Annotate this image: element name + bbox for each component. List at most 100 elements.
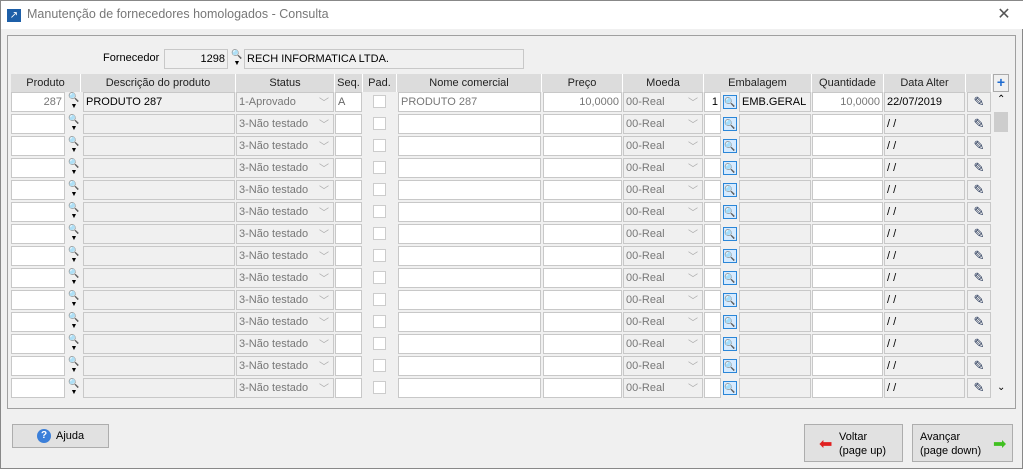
quantidade-input[interactable] bbox=[812, 202, 883, 222]
status-select[interactable]: 3-Não testado ﹀ bbox=[236, 202, 334, 222]
produto-input[interactable] bbox=[11, 224, 65, 244]
seq-input[interactable] bbox=[335, 334, 362, 354]
nome-comercial-input[interactable] bbox=[398, 136, 541, 156]
embalagem-search-icon[interactable]: 🔍 bbox=[723, 315, 737, 329]
produto-input[interactable] bbox=[11, 114, 65, 134]
scroll-up-icon[interactable]: ⌃ bbox=[997, 94, 1005, 105]
quantidade-input[interactable] bbox=[812, 334, 883, 354]
produto-search-icon[interactable]: 🔍 ▼ bbox=[67, 224, 81, 244]
moeda-select[interactable]: 00-Real ﹀ bbox=[623, 180, 703, 200]
seq-input[interactable] bbox=[335, 356, 362, 376]
edit-icon[interactable]: ✎ bbox=[967, 246, 991, 266]
edit-icon[interactable]: ✎ bbox=[967, 224, 991, 244]
pad-checkbox[interactable] bbox=[373, 337, 386, 350]
moeda-select[interactable]: 00-Real ﹀ bbox=[623, 92, 703, 112]
nome-comercial-input[interactable] bbox=[398, 114, 541, 134]
pad-checkbox[interactable] bbox=[373, 293, 386, 306]
moeda-select[interactable]: 00-Real ﹀ bbox=[623, 312, 703, 332]
fornecedor-code-input[interactable]: 1298 bbox=[164, 49, 228, 69]
pad-checkbox[interactable] bbox=[373, 315, 386, 328]
nome-comercial-input[interactable] bbox=[398, 378, 541, 398]
produto-input[interactable] bbox=[11, 356, 65, 376]
edit-icon[interactable]: ✎ bbox=[967, 136, 991, 156]
status-select[interactable]: 3-Não testado ﹀ bbox=[236, 334, 334, 354]
produto-input[interactable] bbox=[11, 268, 65, 288]
edit-icon[interactable]: ✎ bbox=[967, 268, 991, 288]
seq-input[interactable] bbox=[335, 268, 362, 288]
seq-input[interactable] bbox=[335, 180, 362, 200]
nome-comercial-input[interactable] bbox=[398, 312, 541, 332]
embalagem-search-icon[interactable]: 🔍 bbox=[723, 293, 737, 307]
seq-input[interactable] bbox=[335, 114, 362, 134]
close-button[interactable]: ✕ bbox=[993, 5, 1015, 25]
status-select[interactable]: 3-Não testado ﹀ bbox=[236, 356, 334, 376]
produto-input[interactable] bbox=[11, 246, 65, 266]
produto-search-icon[interactable]: 🔍 ▼ bbox=[67, 246, 81, 266]
status-select[interactable]: 3-Não testado ﹀ bbox=[236, 246, 334, 266]
status-select[interactable]: 3-Não testado ﹀ bbox=[236, 378, 334, 398]
embalagem-qty-input[interactable] bbox=[704, 268, 721, 288]
status-select[interactable]: 3-Não testado ﹀ bbox=[236, 224, 334, 244]
quantidade-input[interactable]: 10,0000 bbox=[812, 92, 883, 112]
produto-input[interactable] bbox=[11, 202, 65, 222]
edit-icon[interactable]: ✎ bbox=[967, 202, 991, 222]
nome-comercial-input[interactable] bbox=[398, 158, 541, 178]
seq-input[interactable] bbox=[335, 290, 362, 310]
produto-input[interactable] bbox=[11, 136, 65, 156]
preco-input[interactable] bbox=[543, 158, 622, 178]
preco-input[interactable] bbox=[543, 246, 622, 266]
preco-input[interactable] bbox=[543, 312, 622, 332]
preco-input[interactable] bbox=[543, 268, 622, 288]
add-row-button[interactable]: + bbox=[993, 74, 1009, 92]
produto-search-icon[interactable]: 🔍 ▼ bbox=[67, 136, 81, 156]
preco-input[interactable] bbox=[543, 356, 622, 376]
nome-comercial-input[interactable] bbox=[398, 268, 541, 288]
status-select[interactable]: 3-Não testado ﹀ bbox=[236, 114, 334, 134]
moeda-select[interactable]: 00-Real ﹀ bbox=[623, 378, 703, 398]
seq-input[interactable] bbox=[335, 312, 362, 332]
embalagem-qty-input[interactable] bbox=[704, 224, 721, 244]
quantidade-input[interactable] bbox=[812, 114, 883, 134]
status-select[interactable]: 3-Não testado ﹀ bbox=[236, 158, 334, 178]
status-select[interactable]: 3-Não testado ﹀ bbox=[236, 268, 334, 288]
moeda-select[interactable]: 00-Real ﹀ bbox=[623, 114, 703, 134]
produto-input[interactable] bbox=[11, 180, 65, 200]
embalagem-qty-input[interactable] bbox=[704, 334, 721, 354]
pad-checkbox[interactable] bbox=[373, 249, 386, 262]
embalagem-search-icon[interactable]: 🔍 bbox=[723, 249, 737, 263]
edit-icon[interactable]: ✎ bbox=[967, 158, 991, 178]
embalagem-qty-input[interactable] bbox=[704, 290, 721, 310]
edit-icon[interactable]: ✎ bbox=[967, 356, 991, 376]
pad-checkbox[interactable] bbox=[373, 271, 386, 284]
back-button[interactable]: ⬅ Voltar (page up) bbox=[804, 424, 903, 462]
nome-comercial-input[interactable] bbox=[398, 224, 541, 244]
scroll-down-icon[interactable]: ⌄ bbox=[997, 382, 1005, 393]
edit-icon[interactable]: ✎ bbox=[967, 378, 991, 398]
embalagem-search-icon[interactable]: 🔍 bbox=[723, 183, 737, 197]
produto-search-icon[interactable]: 🔍 ▼ bbox=[67, 202, 81, 222]
nome-comercial-input[interactable] bbox=[398, 180, 541, 200]
preco-input[interactable] bbox=[543, 180, 622, 200]
preco-input[interactable] bbox=[543, 378, 622, 398]
quantidade-input[interactable] bbox=[812, 378, 883, 398]
pad-checkbox[interactable] bbox=[373, 205, 386, 218]
seq-input[interactable] bbox=[335, 158, 362, 178]
preco-input[interactable] bbox=[543, 290, 622, 310]
status-select[interactable]: 3-Não testado ﹀ bbox=[236, 312, 334, 332]
moeda-select[interactable]: 00-Real ﹀ bbox=[623, 246, 703, 266]
fornecedor-search-icon[interactable]: 🔍 ▼ bbox=[230, 49, 244, 69]
preco-input[interactable] bbox=[543, 202, 622, 222]
embalagem-search-icon[interactable]: 🔍 bbox=[723, 139, 737, 153]
edit-icon[interactable]: ✎ bbox=[967, 180, 991, 200]
pad-checkbox[interactable] bbox=[373, 183, 386, 196]
quantidade-input[interactable] bbox=[812, 158, 883, 178]
embalagem-search-icon[interactable]: 🔍 bbox=[723, 271, 737, 285]
seq-input[interactable] bbox=[335, 224, 362, 244]
preco-input[interactable] bbox=[543, 224, 622, 244]
embalagem-search-icon[interactable]: 🔍 bbox=[723, 117, 737, 131]
seq-input[interactable]: A bbox=[335, 92, 362, 112]
edit-icon[interactable]: ✎ bbox=[967, 92, 991, 112]
status-select[interactable]: 3-Não testado ﹀ bbox=[236, 290, 334, 310]
moeda-select[interactable]: 00-Real ﹀ bbox=[623, 224, 703, 244]
embalagem-qty-input[interactable] bbox=[704, 356, 721, 376]
